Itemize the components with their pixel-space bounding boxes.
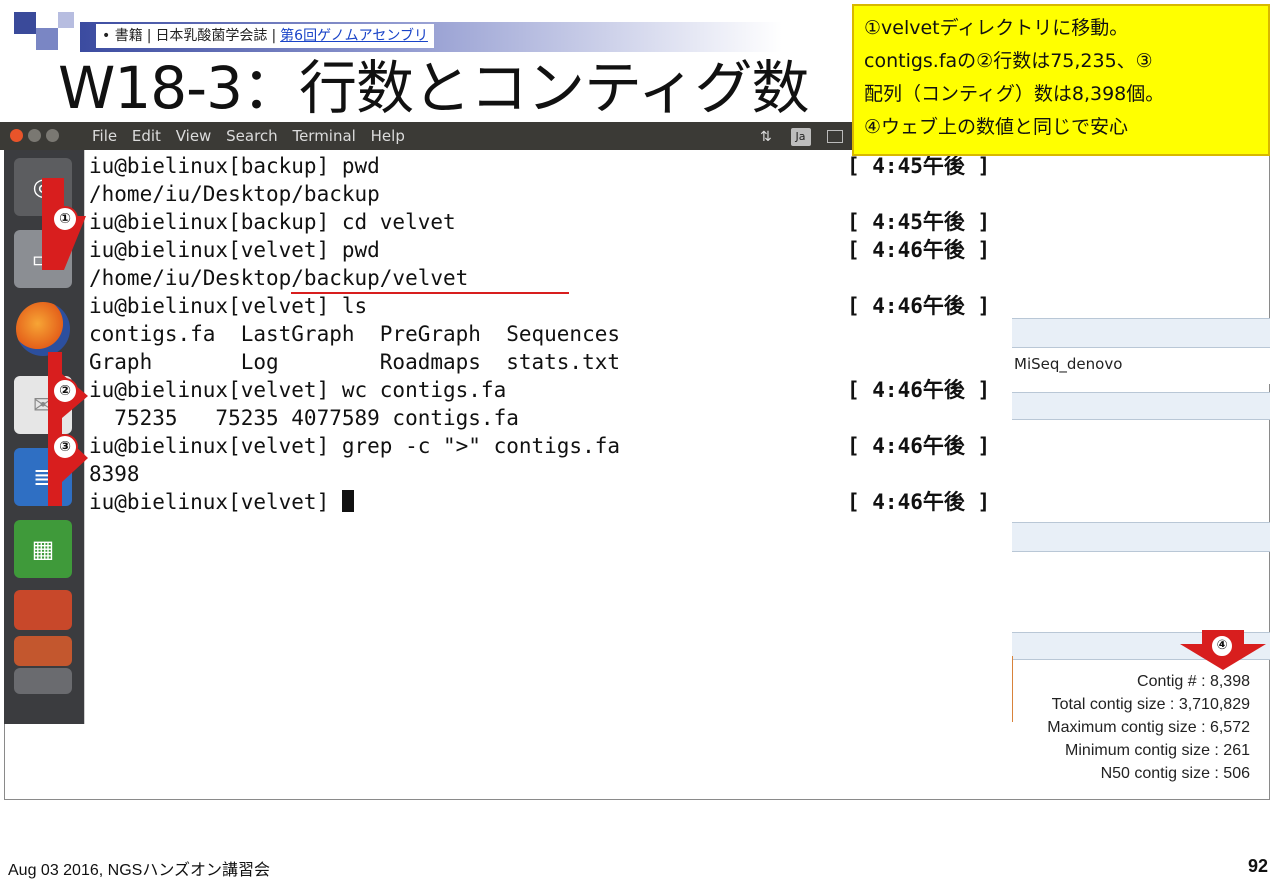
menu-search[interactable]: Search [226,127,278,145]
terminal-timestamp: [ 4:46午後 ] [847,490,991,514]
menu-view[interactable]: View [176,127,212,145]
terminal-line: iu@bielinux[backup] cd velvet [89,210,456,234]
menu-edit[interactable]: Edit [132,127,161,145]
panel-header [1012,522,1270,552]
marker-3-badge: ③ [52,434,78,460]
close-icon[interactable] [10,129,23,142]
stat-min-size: Minimum contig size : 261 [1065,742,1250,759]
terminal-timestamp: [ 4:46午後 ] [847,378,991,402]
terminal-line: 8398 [89,462,140,486]
terminal-timestamp: [ 4:45午後 ] [847,210,991,234]
slide-decoration [36,28,58,50]
minimize-icon[interactable] [28,129,41,142]
breadcrumb: • 書籍 | 日本乳酸菌学会誌 | 第6回ゲノムアセンブリ [96,24,434,48]
app-stack-icon[interactable] [14,636,72,666]
terminal-line: iu@bielinux[velvet] grep -c ">" contigs.… [89,434,621,458]
menu: File Edit View Search Terminal Help [92,122,415,150]
terminal-timestamp: [ 4:46午後 ] [847,294,991,318]
menu-terminal[interactable]: Terminal [292,127,355,145]
terminal-timestamp: [ 4:46午後 ] [847,434,991,458]
calc-icon[interactable]: ▦ [14,520,72,578]
terminal-line: iu@bielinux[velvet] ls [89,294,368,318]
terminal-prompt-line[interactable]: iu@bielinux[velvet] [89,488,354,516]
job-name-row[interactable]: MiSeq_denovo [1012,348,1270,384]
input-method-indicator[interactable]: Ja [790,127,811,146]
menu-file[interactable]: File [92,127,117,145]
slide-decoration [58,12,74,28]
callout-line: contigs.faの②行数は75,235、③ [864,50,1153,72]
job-name: MiSeq_denovo [1014,355,1123,373]
terminal-timestamp: [ 4:45午後 ] [847,154,991,178]
terminal-line: iu@bielinux[velvet] pwd [89,238,380,262]
stat-n50: N50 contig size : 506 [1100,765,1250,782]
app-stack-icon[interactable] [14,668,72,694]
marker-1-badge: ① [52,206,78,232]
terminal-line: iu@bielinux[velvet] wc contigs.fa [89,378,507,402]
stat-total-size: Total contig size : 3,710,829 [1051,696,1250,713]
text-cursor [341,490,354,512]
callout-line: 配列（コンティグ）数は8,398個。 [864,83,1165,105]
callout-line: ④ウェブ上の数値と同じで安心 [864,116,1129,138]
footer-text: Aug 03 2016, NGSハンズオン講習会 [8,862,270,879]
stat-max-size: Maximum contig size : 6,572 [1047,719,1250,736]
breadcrumb-item: 日本乳酸菌学会誌 [155,28,268,44]
bullet: • [102,28,115,44]
terminal-line: iu@bielinux[backup] pwd [89,154,380,178]
terminal-line: /home/iu/Desktop/backup [89,182,380,206]
firefox-icon[interactable] [16,302,70,356]
terminal-line: Graph Log Roadmaps stats.txt [89,350,621,374]
slide-title: W18-3：行数とコンティグ数 [58,54,810,122]
terminal-line: /home/iu/Desktop/backup/velvet [89,266,469,290]
maximize-icon[interactable] [46,129,59,142]
callout-box: ①velvetディレクトリに移動。 contigs.faの②行数は75,235、… [852,4,1270,156]
callout-line: ①velvetディレクトリに移動。 [864,17,1129,39]
marker-4-badge: ④ [1210,634,1234,658]
system-tray: ⇅ Ja [760,122,844,151]
page-number: 92 [1247,856,1268,876]
menu-help[interactable]: Help [371,127,405,145]
terminal-line: 75235 75235 4077589 contigs.fa [89,406,519,430]
stat-contig-count: Contig # : 8,398 [1137,673,1250,690]
terminal-prompt: iu@bielinux[velvet] [89,490,342,514]
marker-2-badge: ② [52,378,78,404]
panel-header [1012,318,1270,348]
network-icon[interactable]: ⇅ [760,129,772,145]
slide-decoration [14,12,36,34]
impress-icon[interactable] [14,590,72,630]
terminal-output[interactable]: iu@bielinux[backup] pwd [ 4:45午後 ] /home… [84,150,1012,724]
panel-header [1012,392,1270,420]
assembly-stats: Contig # : 8,398 Total contig size : 3,7… [988,670,1250,785]
breadcrumb-link[interactable]: 第6回ゲノムアセンブリ [280,28,428,44]
terminal-line: contigs.fa LastGraph PreGraph Sequences [89,322,621,346]
breadcrumb-item: 書籍 [114,28,143,44]
terminal-timestamp: [ 4:46午後 ] [847,238,991,262]
mail-icon[interactable] [827,130,844,143]
